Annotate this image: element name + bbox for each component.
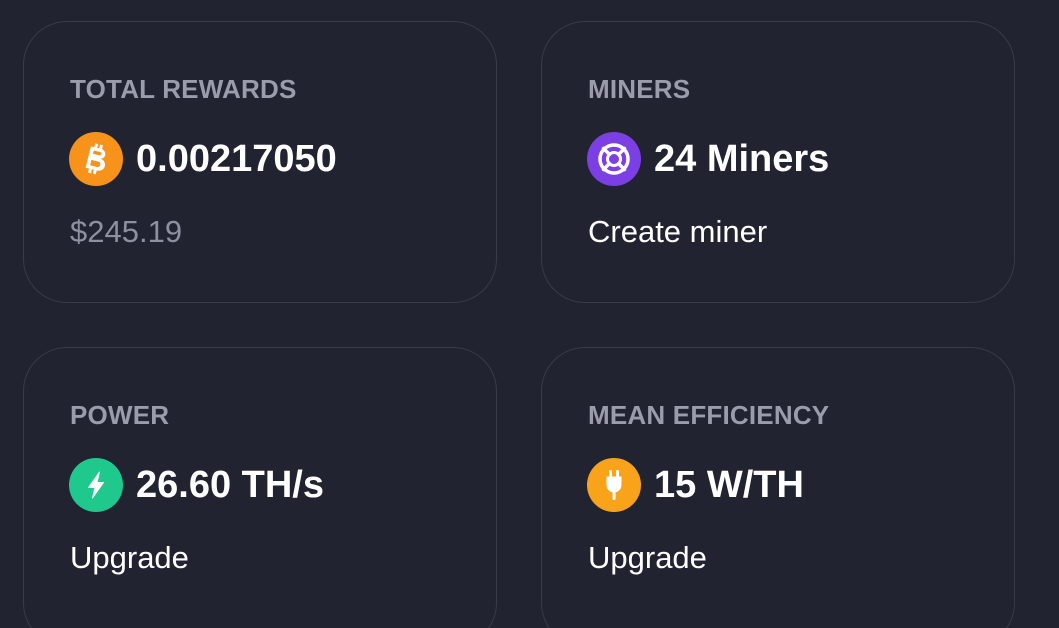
card-value-row: 24 Miners [587,131,829,187]
mean-efficiency-value: 15 W/TH [654,463,804,506]
card-label: MINERS [588,74,691,104]
lightning-icon [69,458,123,512]
card-label: MEAN EFFICIENCY [588,400,830,430]
upgrade-power-link[interactable]: Upgrade [70,540,189,576]
stats-grid: TOTAL REWARDS 0.00217050 $245.19 MINERS … [0,0,1059,628]
create-miner-link[interactable]: Create miner [588,214,767,250]
power-value: 26.60 TH/s [136,463,324,506]
card-value-row: 15 W/TH [587,457,804,513]
card-value-row: 26.60 TH/s [69,457,324,513]
total-rewards-usd: $245.19 [70,214,183,249]
bitcoin-icon [69,132,123,186]
card-value-row: 0.00217050 [69,131,337,187]
miners-icon [587,132,641,186]
power-card: POWER 26.60 TH/s Upgrade [23,347,497,628]
total-rewards-value: 0.00217050 [136,137,337,180]
plug-icon [587,458,641,512]
upgrade-efficiency-link[interactable]: Upgrade [588,540,707,576]
mean-efficiency-card: MEAN EFFICIENCY 15 W/TH Upgrade [541,347,1015,628]
total-rewards-card: TOTAL REWARDS 0.00217050 $245.19 [23,21,497,303]
card-label: POWER [70,400,170,430]
miners-card: MINERS 24 Miners Create miner [541,21,1015,303]
card-label: TOTAL REWARDS [70,74,297,104]
miners-count-value: 24 Miners [654,137,830,180]
